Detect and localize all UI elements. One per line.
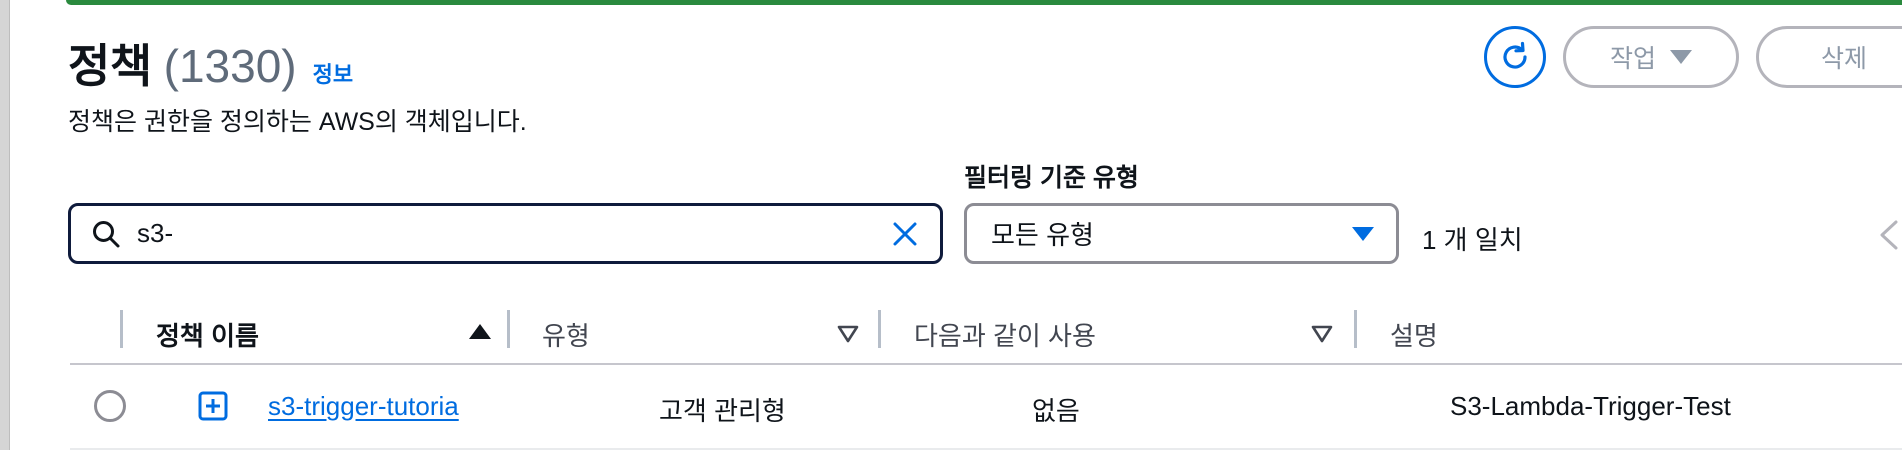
left-scroll-edge — [0, 0, 10, 450]
close-icon[interactable] — [890, 219, 920, 249]
success-banner-edge — [66, 0, 1902, 5]
column-header-used-as[interactable]: 다음과 같이 사용 — [914, 316, 1096, 353]
info-link[interactable]: 정보 — [313, 57, 353, 89]
search-query[interactable]: s3- — [137, 218, 890, 249]
search-icon — [93, 220, 120, 247]
sort-descending-icon[interactable] — [836, 324, 860, 344]
refresh-button[interactable] — [1484, 26, 1546, 88]
search-input[interactable]: s3- — [68, 203, 943, 264]
policy-type-cell: 고객 관리형 — [659, 396, 786, 426]
table-header: 정책 이름 유형 다음과 같이 사용 설명 — [70, 302, 1902, 362]
type-filter-value: 모든 유형 — [991, 220, 1094, 250]
sort-descending-icon[interactable] — [1310, 324, 1334, 344]
page-description: 정책은 권한을 정의하는 AWS의 객체입니다. — [68, 108, 527, 136]
actions-button[interactable]: 작업 — [1563, 26, 1739, 88]
table-row[interactable]: s3-trigger-tutoria 고객 관리형 없음 S3-Lambda-T… — [70, 365, 1902, 450]
page-title: 정책 — [68, 40, 152, 92]
column-divider[interactable] — [1354, 310, 1357, 348]
column-header-type[interactable]: 유형 — [542, 316, 590, 353]
caret-down-icon — [1670, 50, 1692, 64]
column-divider[interactable] — [507, 310, 510, 348]
sort-ascending-icon[interactable] — [469, 324, 491, 339]
delete-button[interactable]: 삭제 — [1756, 26, 1902, 88]
column-header-description[interactable]: 설명 — [1390, 316, 1438, 353]
page-header: 정책 (1330) 정보 — [68, 30, 353, 96]
column-divider[interactable] — [878, 310, 881, 348]
policy-count: (1330) — [163, 40, 297, 92]
delete-label: 삭제 — [1820, 45, 1867, 73]
column-divider[interactable] — [120, 310, 123, 348]
policy-used-as-cell: 없음 — [1032, 396, 1080, 426]
caret-down-icon — [1352, 226, 1374, 241]
row-select-radio[interactable] — [94, 390, 126, 422]
actions-label: 작업 — [1609, 45, 1656, 73]
policy-name-link[interactable]: s3-trigger-tutoria — [268, 391, 459, 422]
refresh-icon — [1503, 41, 1527, 69]
expand-plus-icon[interactable] — [198, 391, 228, 421]
column-header-policy-name[interactable]: 정책 이름 — [156, 316, 259, 353]
type-filter-select[interactable]: 모든 유형 — [964, 203, 1399, 264]
policy-description-cell: S3-Lambda-Trigger-Test — [1450, 391, 1731, 421]
type-filter-label: 필터링 기준 유형 — [964, 164, 1139, 192]
policies-page: 정책 (1330) 정보 정책은 권한을 정의하는 AWS의 객체입니다. 작업… — [0, 0, 1902, 450]
match-count: 1 개 일치 — [1422, 225, 1523, 255]
chevron-left-icon[interactable] — [1872, 218, 1902, 252]
